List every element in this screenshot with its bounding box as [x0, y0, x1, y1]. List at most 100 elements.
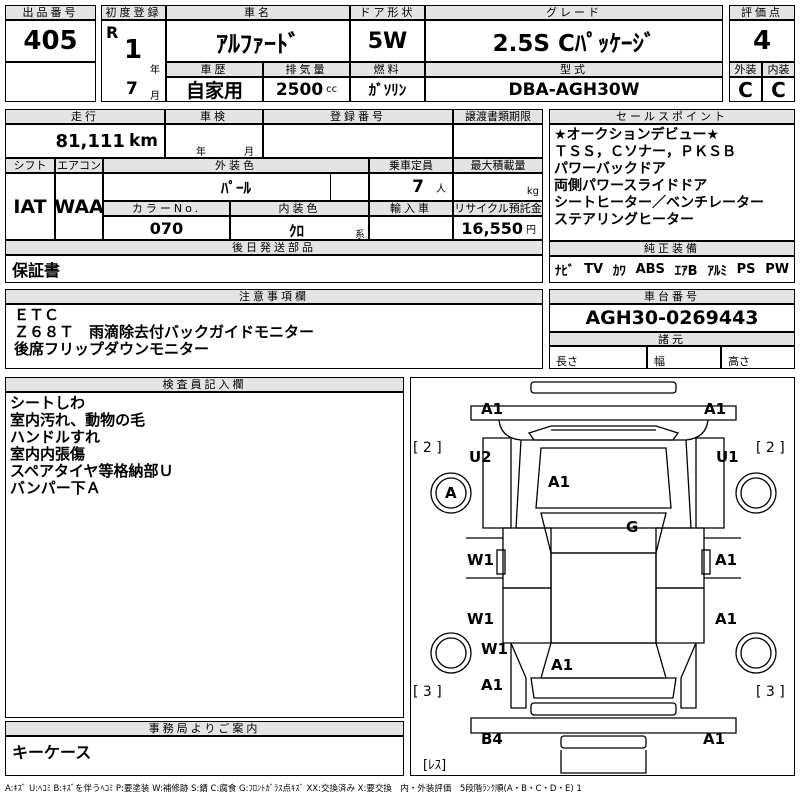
color-no: 070: [103, 216, 230, 240]
interior-label: 内装: [762, 62, 795, 77]
recycle-label: リサイクル預託金: [453, 201, 543, 216]
car-name-label: 車名: [166, 5, 350, 20]
transfer-label: 譲渡書類期限: [453, 109, 543, 124]
equip-navi: ﾅﾋﾞ: [554, 264, 575, 279]
corner-rear-right: [ 3 ]: [756, 684, 785, 700]
roof: [550, 552, 657, 644]
width: 幅: [647, 346, 721, 369]
history-label: 車歴: [166, 62, 263, 77]
lot-number-spacer: [5, 62, 96, 102]
mark-wheel-front-left: A: [445, 484, 457, 502]
aircon: WAA: [55, 173, 103, 240]
corner-front-left: [ 2 ]: [413, 440, 442, 456]
capacity-unit: 人: [436, 183, 446, 195]
notes-label: 注意事項欄: [5, 289, 543, 304]
insp-month-unit: 月: [244, 147, 254, 158]
inspector-label: 検査員記入欄: [5, 377, 404, 392]
interior-grade: C: [762, 77, 795, 102]
mark-rear-fender-left: W1: [481, 640, 508, 658]
sales-points: ★オークションデビュー★ ＴＳＳ，Ｃソナー，ＰＫＳＢ パワーバックドア 両側パワ…: [549, 124, 795, 241]
equipment-label: 純正装備: [549, 241, 795, 256]
mileage-label: 走行: [5, 109, 165, 124]
delivery-parts: 保証書: [5, 255, 543, 283]
int-color-value: ｸﾛ: [289, 222, 305, 240]
mark-windshield: G: [626, 518, 639, 536]
door-label: ドア形状: [350, 5, 425, 20]
front-bumper: [470, 405, 737, 421]
mark-front-door-right: A1: [715, 551, 738, 569]
mark-rear-bumper-right: A1: [703, 730, 726, 748]
equip-alloy: ｱﾙﾐ: [707, 264, 727, 279]
equip-pw: PW: [765, 262, 790, 277]
fuel-label: 燃料: [350, 62, 425, 77]
car-name: ｱﾙﾌｧｰﾄﾞ: [166, 20, 350, 62]
mark-tailgate: A1: [551, 656, 574, 674]
reg-month: 7: [126, 79, 138, 99]
transfer-deadline: [453, 124, 543, 158]
exterior-label: 外装: [729, 62, 762, 77]
delivery-label: 後日発送部品: [5, 240, 543, 255]
fuel: ｶﾞｿﾘﾝ: [350, 77, 425, 102]
notes: ＥＴＣ Ｚ６８Ｔ 雨滴除去付バックガイドモニター 後席フリップダウンモニター: [5, 304, 543, 369]
mark-quarter-left: A1: [481, 676, 504, 694]
int-color-label: 内装色: [230, 201, 369, 216]
mark-front-bumper-right: A1: [704, 400, 727, 418]
model-label: 型式: [425, 62, 723, 77]
mileage: 81,111 km: [5, 124, 165, 158]
displacement: 2500 cc: [263, 77, 350, 102]
model: DBA-AGH30W: [425, 77, 723, 102]
int-color-unit: 系: [355, 230, 365, 240]
score-label: 評価点: [729, 5, 795, 20]
capacity-value: 7: [412, 177, 424, 197]
inspection-label: 車検: [165, 109, 263, 124]
import-label: 輸入車: [369, 201, 453, 216]
mileage-value: 81,111: [55, 130, 125, 152]
color-label: 外装色: [103, 158, 369, 173]
displacement-label: 排気量: [263, 62, 350, 77]
mark-rear-door-right: A1: [715, 610, 738, 628]
inspector-notes: シートしわ 室内汚れ、動物の毛 ハンドルすれ 室内内張傷 スペアタイヤ等格納部Ｕ…: [5, 392, 404, 718]
mark-front-fender-left: U2: [469, 448, 492, 466]
rear-label: [ﾚｽ]: [423, 758, 447, 773]
mark-front-door-left: W1: [467, 551, 494, 569]
equip-tv: TV: [584, 262, 604, 277]
reg-no: [263, 124, 453, 158]
equip-ps: PS: [736, 262, 756, 277]
equip-abs: ABS: [635, 262, 665, 277]
recycle-fee: 16,550 円: [453, 216, 543, 240]
office-notes: キーケース: [5, 736, 404, 776]
interior-color: ｸﾛ 系: [230, 216, 369, 240]
exterior-grade: C: [729, 77, 762, 102]
rear-plate: [560, 735, 647, 749]
max-load: kg: [453, 173, 543, 201]
lot-number: 405: [5, 20, 96, 62]
capacity-label: 乗車定員: [369, 158, 453, 173]
year-unit: 年: [150, 65, 160, 76]
wheel-front-right: [735, 472, 777, 514]
capacity: 7人: [369, 173, 453, 201]
equip-airbag: ｴｱB: [674, 264, 698, 279]
shift-label: シフト: [5, 158, 55, 173]
wheel-rear-right: [735, 632, 777, 674]
shift: IAT: [5, 173, 55, 240]
length: 長さ: [549, 346, 647, 369]
mark-rear-door-left: W1: [467, 610, 494, 628]
first-reg-label: 初度登録: [101, 5, 166, 20]
color-extra: [330, 173, 369, 201]
door-type: 5W: [350, 20, 425, 62]
grade: 2.5S Cﾊﾟｯｹｰｼﾞ: [425, 20, 723, 62]
recycle-unit: 円: [526, 224, 536, 236]
mark-front-bumper-left: A1: [481, 400, 504, 418]
corner-rear-left: [ 3 ]: [413, 684, 442, 700]
grade-label: グレード: [425, 5, 723, 20]
mark-rear-bumper-left: B4: [481, 730, 503, 748]
load-label: 最大積載量: [453, 158, 543, 173]
first-registration: R 1 年 7 月: [101, 20, 166, 102]
month-unit: 月: [150, 91, 160, 102]
score: 4: [729, 20, 795, 62]
history: 自家用: [166, 77, 263, 102]
specs-label: 諸元: [549, 332, 795, 346]
inspection: 年 月: [165, 124, 263, 158]
mileage-unit: km: [128, 131, 158, 151]
import-car: [369, 216, 453, 240]
